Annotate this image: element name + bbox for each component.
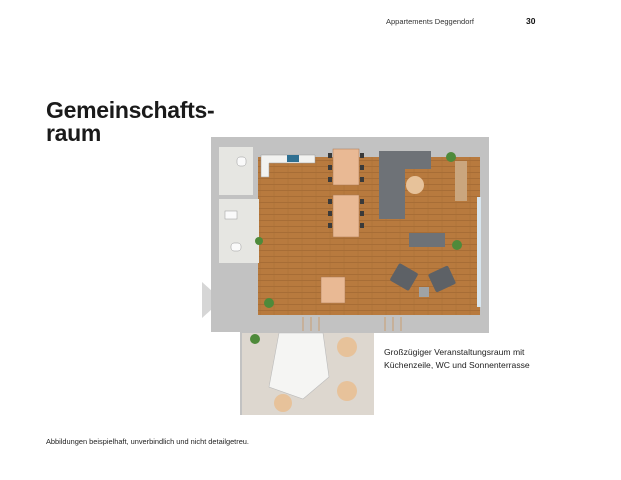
header-title: Appartements Deggendorf [386,17,474,26]
wc-plant [255,237,263,245]
page-heading: Gemeinschafts- raum [46,97,215,146]
page-number: 30 [526,16,536,26]
sofa-2 [409,233,445,247]
caption-line-2: Küchenzeile, WC und Sonnenterrasse [384,359,530,370]
small-table [320,276,346,304]
coffee-table [406,176,424,194]
plant-2 [452,240,462,250]
terrace-table-2 [337,381,357,401]
terrace-table-3 [274,394,292,412]
main-floor [258,157,480,315]
caption-line-1: Großzügiger Veranstaltungsraum mit [384,347,525,357]
right-window [477,197,481,307]
wc-room-1 [219,147,253,195]
side-table [419,287,429,297]
kitchen-appliance [287,155,299,162]
wc-fixture-1 [236,156,247,167]
kitchen-island [332,148,360,186]
lower-wall [240,317,489,333]
plant-1 [446,152,456,162]
disclaimer: Abbildungen beispielhaft, unverbindlich … [46,437,249,446]
caption: Großzügiger Veranstaltungsraum mit Küche… [384,346,530,371]
wc-room-2 [219,199,259,263]
terrace-plant [250,334,260,344]
dining-table [332,194,360,238]
wc-sink [224,210,238,220]
sideboard [455,161,467,201]
wc-fixture-2 [230,242,242,252]
terrace-table-1 [337,337,357,357]
plant-3 [264,298,274,308]
heading-line-1: Gemeinschafts- [46,97,215,123]
heading-line-2: raum [46,120,102,146]
floor-plan [211,137,489,415]
